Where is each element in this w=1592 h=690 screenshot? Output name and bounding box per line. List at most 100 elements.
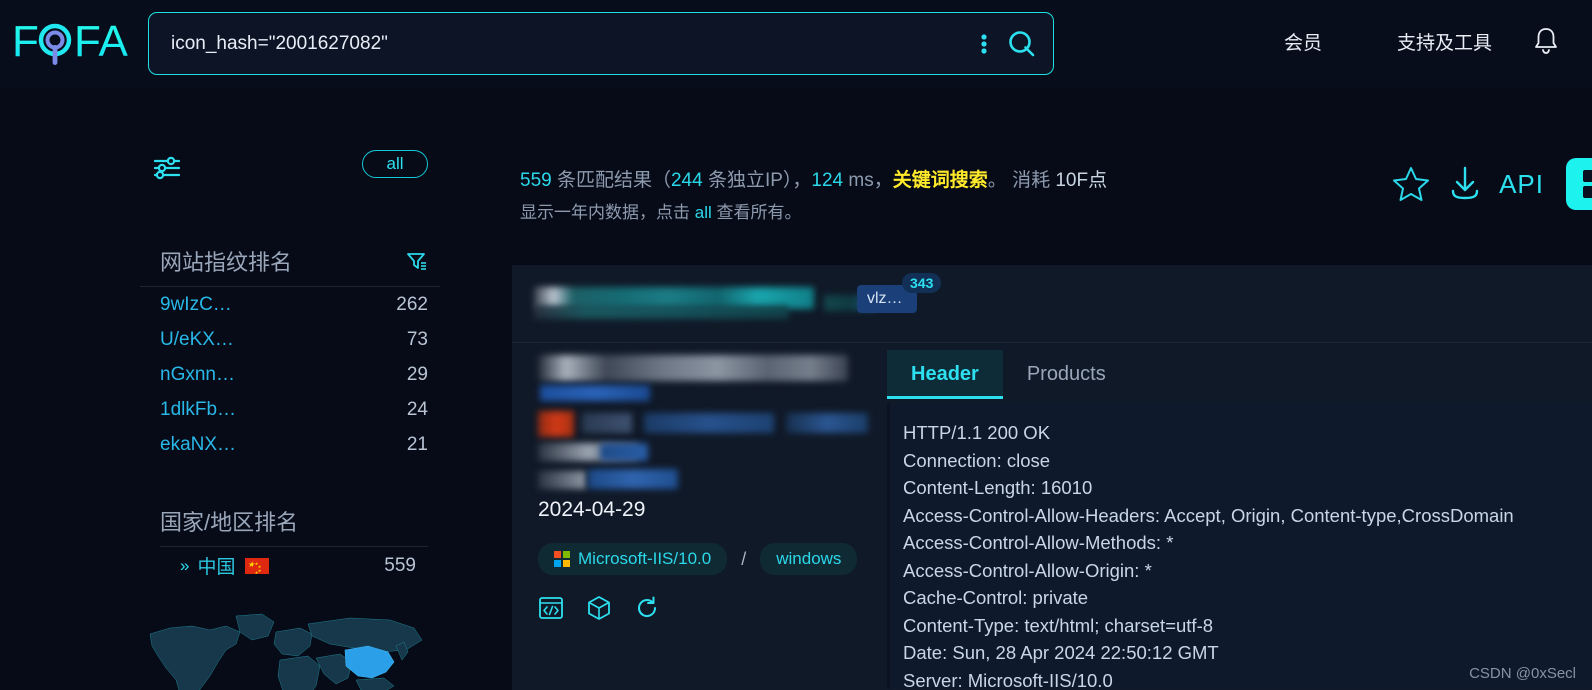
tab-products-label: Products [1026, 363, 1106, 385]
redacted-row-1b [582, 413, 632, 433]
redacted-row-3 [538, 471, 586, 489]
redacted-row-2b [600, 443, 648, 461]
redacted-row-1 [538, 411, 574, 437]
microsoft-logo-icon [554, 551, 570, 567]
table-row[interactable]: U/eKX… 73 [160, 322, 428, 357]
cost-label: 消耗 [1012, 170, 1056, 191]
top-bar: F FA icon_hash="2001627082" 会员 支持及工具 [0, 0, 1592, 88]
header-line: Connection: close [903, 449, 1051, 471]
header-line: HTTP/1.1 200 OK [903, 422, 1051, 443]
rank-label[interactable]: U/eKX… [160, 329, 234, 351]
code-window-icon[interactable] [538, 595, 564, 621]
header-line: Access-Control-Allow-Headers: Accept, Or… [903, 504, 1514, 526]
section-fingerprint-title: 网站指纹排名 [160, 250, 293, 275]
query-time-unit: ms [843, 170, 874, 191]
left-sidebar: all 网站指纹排名 9wIzC… 262 U/eKX… 73 nGxnn… 2… [140, 150, 440, 690]
table-row[interactable]: 1dlkFb… 24 [160, 392, 428, 427]
china-flag-icon: ★ ★ ★ ★ ★ [245, 557, 270, 575]
result-summary: 559 条匹配结果（244 条独立IP），124 ms，关键词搜索。 消耗 10… [520, 166, 1350, 227]
chevron-right-icon: » [180, 555, 190, 575]
sliders-icon[interactable] [153, 156, 184, 182]
all-filter-button[interactable]: all [362, 150, 428, 178]
summary-comma: ， [873, 170, 893, 191]
country-rank-list: » 中国 ★ ★ ★ ★ ★ 559 [140, 546, 440, 584]
section-fingerprint-header: 网站指纹排名 [140, 242, 440, 280]
redacted-row-1d [786, 413, 868, 433]
country-count: 559 [384, 554, 416, 576]
table-row[interactable]: ekaNX… 21 [160, 427, 428, 462]
nav-tools-link[interactable]: 支持及工具 [1397, 28, 1492, 55]
result-summary-line-2: 显示一年内数据，点击 all 查看所有。 [520, 200, 1350, 226]
svg-text:FA: FA [74, 17, 128, 66]
cost-value: 10F点 [1055, 170, 1108, 191]
redacted-row-1c [644, 413, 774, 433]
rank-label[interactable]: ekaNX… [160, 434, 236, 456]
tag-os-label: windows [776, 549, 842, 568]
bell-icon[interactable] [1532, 25, 1562, 59]
fingerprint-rank-list: 9wIzC… 262 U/eKX… 73 nGxnn… 29 1dlkFb… 2… [140, 286, 440, 462]
table-row[interactable]: 9wIzC… 262 [160, 287, 428, 322]
http-header-panel: HTTP/1.1 200 OK Connection: close Conten… [887, 403, 1592, 689]
result-action-icons [538, 595, 660, 621]
rank-count: 262 [396, 293, 428, 315]
header-line: Content-Type: text/html; charset=utf-8 [903, 614, 1214, 636]
funnel-icon[interactable] [406, 250, 428, 272]
header-line: Cache-Control: private [903, 587, 1089, 608]
search-icon[interactable] [999, 24, 1045, 64]
rank-count: 21 [406, 433, 428, 455]
tab-header[interactable]: Header [887, 350, 1003, 399]
list-item[interactable]: » 中国 ★ ★ ★ ★ ★ 559 [160, 546, 428, 584]
grid-icon[interactable] [1566, 158, 1592, 210]
redacted-subtitle [534, 305, 789, 319]
title-badge-label: vlz… [867, 290, 903, 307]
summary-hint-a: 显示一年内数据，点击 [520, 203, 695, 223]
tag-separator: / [741, 548, 747, 569]
tab-products[interactable]: Products [1003, 350, 1130, 399]
search-box[interactable] [148, 12, 1054, 75]
rank-label[interactable]: 1dlkFb… [160, 399, 236, 421]
unique-ip-suffix: 条独立IP）， [702, 170, 812, 191]
nav-member-link[interactable]: 会员 [1284, 28, 1322, 55]
result-tags: Microsoft-IIS/10.0 / windows [538, 543, 858, 575]
status-badge-count: 343 [910, 275, 934, 291]
rank-count: 24 [406, 398, 428, 420]
tab-header-label: Header [911, 363, 979, 385]
result-card: vlz… 343 2024-04-29 Microsoft-IIS/10.0 /… [512, 265, 1592, 690]
result-summary-line-1: 559 条匹配结果（244 条独立IP），124 ms，关键词搜索。 消耗 10… [520, 166, 1350, 195]
country-label[interactable]: 中国 [197, 552, 235, 579]
rank-count: 73 [406, 328, 428, 350]
query-time: 124 [811, 170, 844, 191]
result-toolbar: API [1391, 158, 1592, 210]
status-badge: 343 [902, 273, 942, 293]
search-input[interactable] [149, 32, 969, 55]
table-row[interactable]: nGxnn… 29 [160, 357, 428, 392]
header-line: Access-Control-Allow-Origin: * [903, 559, 1152, 581]
section-country-header: 国家/地区排名 [140, 502, 440, 540]
result-count-suffix: 条匹配结果（ [551, 170, 671, 191]
more-vertical-icon[interactable] [969, 24, 999, 64]
redacted-ip [540, 385, 650, 401]
sidebar-header: all [140, 150, 440, 194]
rank-label[interactable]: 9wIzC… [160, 294, 232, 316]
cube-icon[interactable] [586, 595, 612, 621]
detail-tabs: Header Products [887, 343, 1592, 399]
result-count: 559 [520, 170, 552, 191]
header-line: Access-Control-Allow-Methods: * [903, 532, 1174, 553]
result-card-header: vlz… 343 [512, 265, 1592, 343]
rank-label[interactable]: nGxnn… [160, 364, 235, 386]
search-type-label: 关键词搜索 [892, 170, 988, 191]
result-card-body: 2024-04-29 Microsoft-IIS/10.0 / windows [512, 343, 1592, 689]
tag-server[interactable]: Microsoft-IIS/10.0 [538, 543, 728, 575]
unique-ip-count: 244 [670, 170, 703, 191]
summary-hint-b: 查看所有。 [711, 203, 802, 223]
tag-os[interactable]: windows [760, 543, 858, 575]
fofa-logo[interactable]: F FA [12, 16, 136, 70]
summary-all-link[interactable]: all [695, 203, 712, 222]
refresh-icon[interactable] [634, 595, 660, 621]
download-icon[interactable] [1445, 163, 1487, 205]
rank-count: 29 [406, 363, 428, 385]
header-line: Date: Sun, 28 Apr 2024 22:50:12 GMT [903, 642, 1219, 663]
star-icon[interactable] [1391, 163, 1433, 205]
api-button[interactable]: API [1499, 169, 1544, 200]
summary-period: 。 [987, 170, 1007, 191]
